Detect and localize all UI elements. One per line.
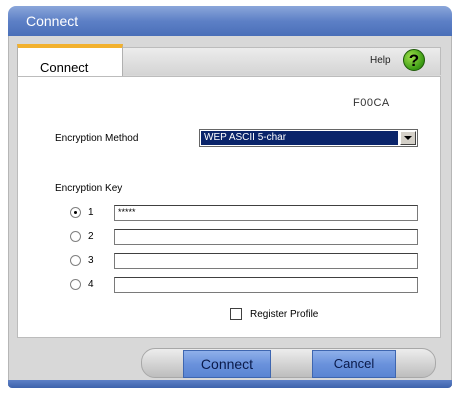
key-3-radio[interactable] <box>70 255 81 266</box>
help-question-icon[interactable]: ? <box>403 49 425 71</box>
register-profile-label[interactable]: Register Profile <box>250 309 318 320</box>
key-1-input[interactable]: ***** <box>114 205 418 221</box>
key-2-number: 2 <box>88 231 94 242</box>
key-4-number: 4 <box>88 279 94 290</box>
key-1-number: 1 <box>88 207 94 218</box>
key-2-input[interactable] <box>114 229 418 245</box>
key-1-radio[interactable] <box>70 207 81 218</box>
connect-dialog: Connect Connect Help ? F00CA Encryption … <box>0 0 456 393</box>
key-4-radio[interactable] <box>70 279 81 290</box>
encryption-method-select[interactable]: WEP ASCII 5-char <box>199 129 418 147</box>
key-3-number: 3 <box>88 255 94 266</box>
register-profile-checkbox[interactable] <box>230 308 242 320</box>
key-3-input[interactable] <box>114 253 418 269</box>
chevron-down-icon[interactable] <box>400 131 416 145</box>
title-bar[interactable]: Connect <box>8 6 452 36</box>
tab-connect[interactable]: Connect <box>17 44 123 77</box>
encryption-method-label: Encryption Method <box>55 133 139 144</box>
cancel-button[interactable]: Cancel <box>312 350 396 378</box>
encryption-key-label: Encryption Key <box>55 183 123 194</box>
window-title: Connect <box>26 13 79 29</box>
profile-name: F00CA <box>353 97 390 109</box>
encryption-method-value: WEP ASCII 5-char <box>201 131 398 145</box>
tab-label: Connect <box>40 60 89 75</box>
frame-bottom-border <box>8 380 452 388</box>
connect-button[interactable]: Connect <box>183 350 271 378</box>
help-label[interactable]: Help <box>370 55 391 66</box>
key-2-radio[interactable] <box>70 231 81 242</box>
key-4-input[interactable] <box>114 277 418 293</box>
